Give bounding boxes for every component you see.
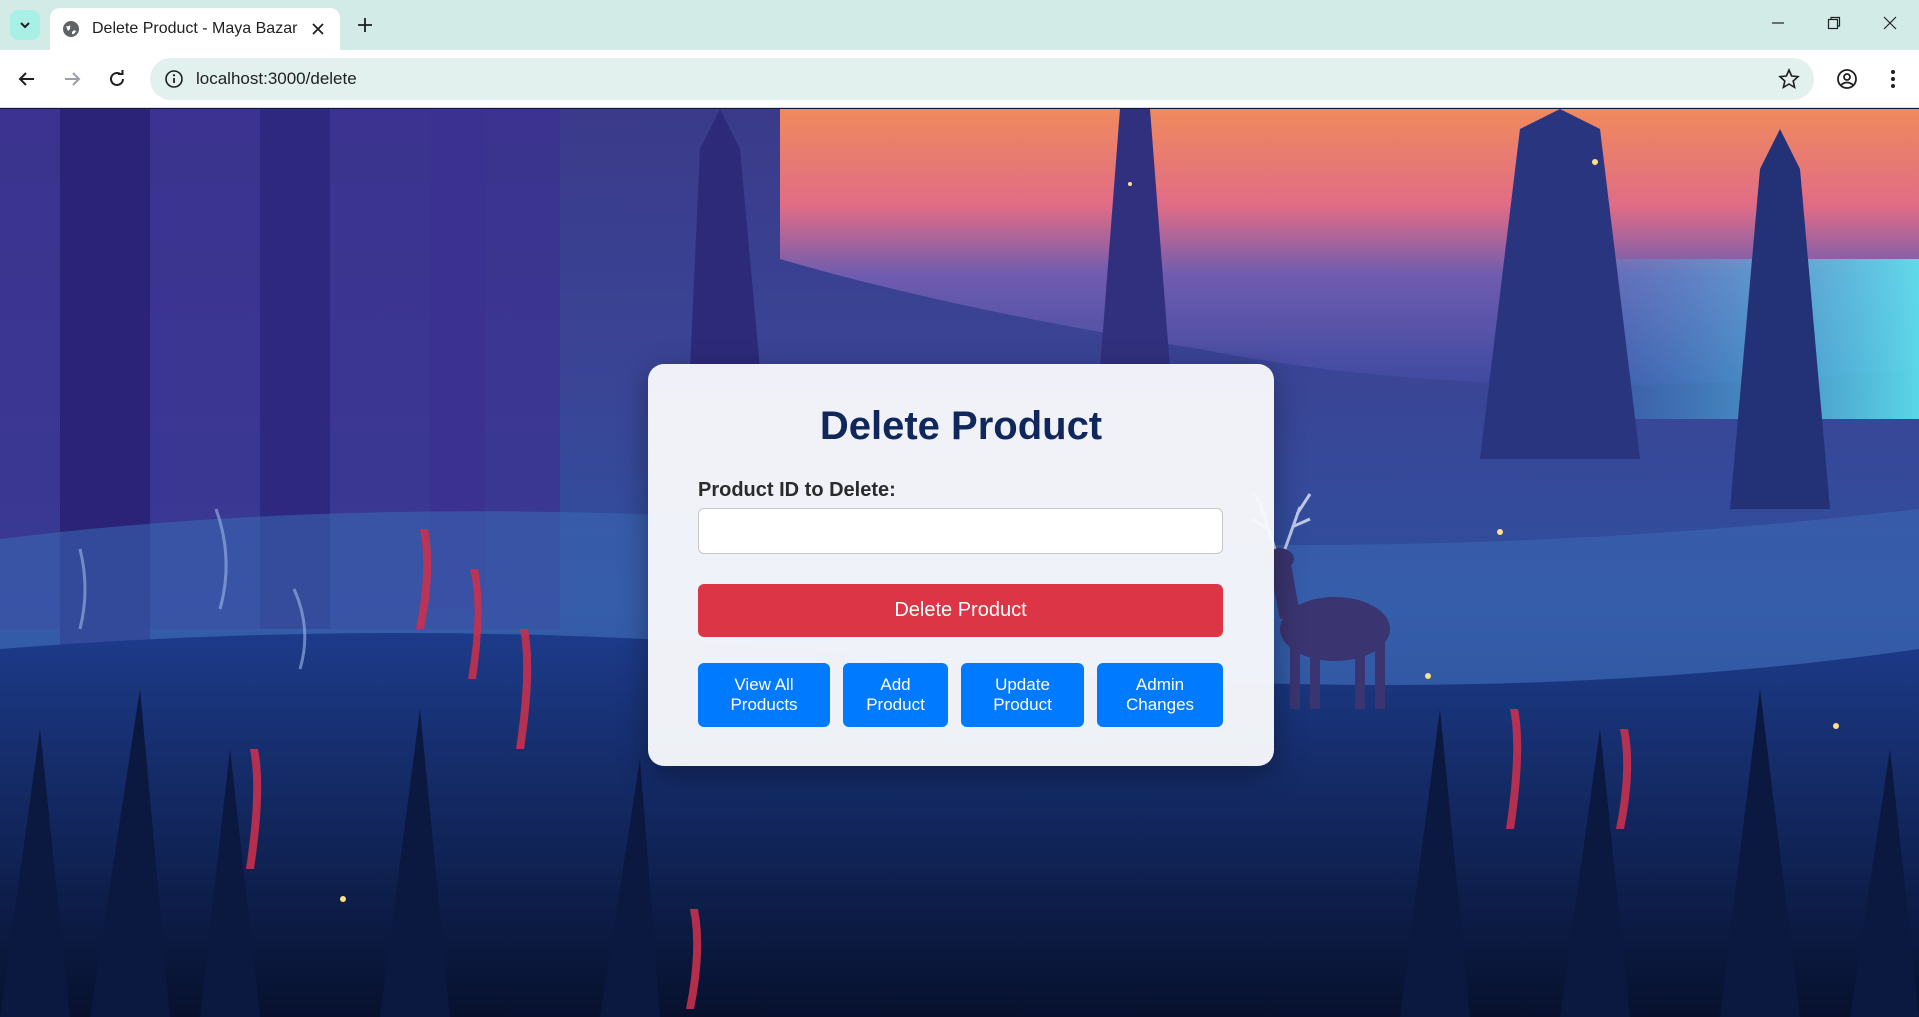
plus-icon: [358, 18, 372, 32]
chevron-down-icon: [20, 22, 30, 29]
new-tab-button[interactable]: [352, 12, 378, 38]
minimize-icon: [1772, 22, 1784, 24]
tab-title: Delete Product - Maya Bazar: [92, 20, 298, 37]
browser-tab-strip: Delete Product - Maya Bazar: [0, 0, 1919, 50]
product-id-label: Product ID to Delete:: [698, 479, 896, 501]
info-icon[interactable]: [164, 69, 184, 89]
restore-icon: [1827, 16, 1841, 30]
delete-product-button[interactable]: Delete Product: [698, 584, 1223, 637]
admin-changes-button[interactable]: Admin Changes: [1097, 663, 1223, 727]
reload-icon: [110, 70, 124, 86]
browser-tab-active[interactable]: Delete Product - Maya Bazar: [50, 8, 340, 50]
arrow-right-icon: [65, 72, 81, 86]
add-product-button[interactable]: Add Product: [843, 663, 948, 727]
admin-changes-label: Admin Changes: [1125, 675, 1195, 714]
tab-search-button[interactable]: [10, 10, 40, 40]
browser-toolbar: localhost:3000/delete: [0, 50, 1919, 108]
page-background: Delete Product Product ID to Delete: Del…: [0, 109, 1919, 1017]
globe-icon: [63, 21, 79, 37]
close-window-button[interactable]: [1862, 0, 1918, 46]
update-product-label: Update Product: [993, 675, 1052, 714]
product-id-input[interactable]: [698, 508, 1223, 554]
view-all-products-button[interactable]: View All Products: [698, 663, 830, 727]
arrow-left-icon: [18, 72, 34, 86]
url-text[interactable]: localhost:3000/delete: [196, 69, 1778, 89]
delete-product-card: Delete Product Product ID to Delete: Del…: [648, 364, 1274, 766]
profile-icon: [1837, 69, 1857, 89]
restore-button[interactable]: [1806, 0, 1862, 46]
tab-close-icon[interactable]: [308, 19, 328, 39]
reload-button[interactable]: [101, 63, 133, 95]
bookmark-star-icon[interactable]: [1778, 68, 1800, 90]
add-product-label: Add Product: [866, 675, 925, 714]
minimize-button[interactable]: [1750, 0, 1806, 46]
close-icon: [1883, 16, 1897, 30]
menu-button[interactable]: [1877, 63, 1909, 95]
page-title: Delete Product: [819, 404, 1103, 448]
update-product-button[interactable]: Update Product: [961, 663, 1084, 727]
address-bar[interactable]: localhost:3000/delete: [150, 58, 1814, 100]
forward-button[interactable]: [56, 63, 88, 95]
profile-button[interactable]: [1831, 63, 1863, 95]
more-vertical-icon: [1891, 70, 1895, 88]
back-button[interactable]: [11, 63, 43, 95]
view-all-products-label: View All Products: [730, 675, 798, 714]
